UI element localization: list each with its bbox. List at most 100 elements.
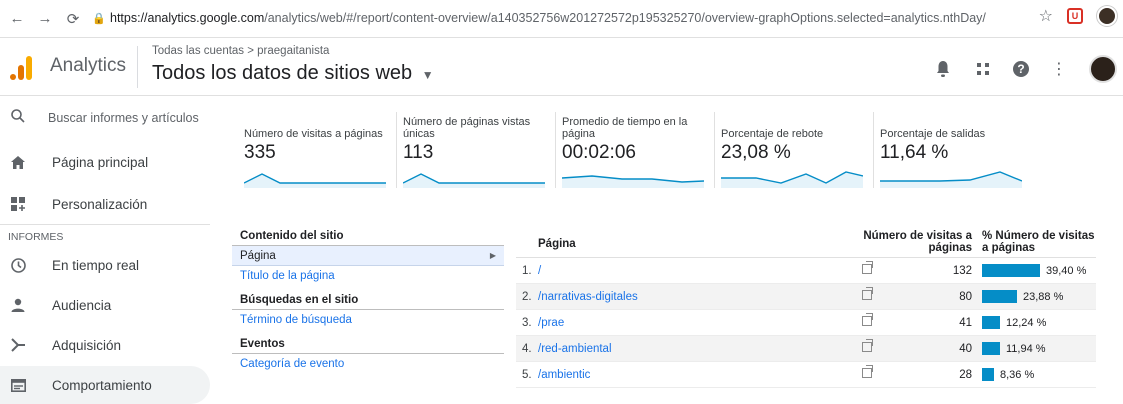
sparkline <box>562 175 704 188</box>
metric-label: Número de páginas vistas únicas <box>403 116 531 140</box>
sidebar-item-customization[interactable]: Personalización <box>0 185 210 223</box>
pageviews-value: 28 <box>959 369 972 381</box>
url-host: https://analytics.google.com <box>110 11 265 25</box>
share-bar <box>982 290 1017 303</box>
pageviews-value: 80 <box>959 291 972 303</box>
sidebar-item-label: Página principal <box>52 154 149 170</box>
address-bar[interactable]: 🔒 https://analytics.google.com /analytic… <box>92 5 1052 31</box>
metric-pageviews[interactable]: Número de visitas a páginas 335 <box>238 112 397 188</box>
acquisition-icon <box>8 338 28 352</box>
open-external-icon[interactable] <box>862 313 873 326</box>
metric-value: 335 <box>244 142 276 163</box>
extension-icon[interactable]: U <box>1067 8 1083 24</box>
sidebar-item-behavior[interactable]: Comportamiento <box>0 366 210 404</box>
sparkline <box>403 173 545 188</box>
share-bar <box>982 316 1000 329</box>
reload-icon[interactable]: ⟳ <box>62 8 84 30</box>
clock-icon <box>8 257 28 273</box>
metric-value: 00:02:06 <box>562 142 636 163</box>
metric-label: Promedio de tiempo en la página <box>562 116 688 140</box>
sidebar-search[interactable]: Buscar informes y artículos <box>0 96 210 140</box>
sidebar-item-label: Personalización <box>52 196 148 212</box>
report-content: Número de visitas a páginas 335 Número d… <box>210 96 1123 392</box>
pageviews-value: 132 <box>952 265 972 277</box>
metric-unique-pageviews[interactable]: Número de páginas vistas únicas 113 <box>397 112 556 188</box>
reports-section-label: INFORMES <box>8 231 64 243</box>
analytics-logo-icon[interactable] <box>10 56 34 80</box>
table-row: 4. /red-ambiental 40 11,94 % <box>516 336 1096 362</box>
sidebar-item-realtime[interactable]: En tiempo real <box>0 246 210 284</box>
sidebar: Buscar informes y artículos Página princ… <box>0 96 210 404</box>
page-path-link[interactable]: /ambientic <box>538 369 590 381</box>
page-path-link[interactable]: /prae <box>538 317 564 329</box>
metric-label: Porcentaje de salidas <box>880 128 986 140</box>
share-percent: 12,24 % <box>1006 317 1047 329</box>
sidebar-item-label: Audiencia <box>52 297 112 313</box>
sidebar-item-label: En tiempo real <box>52 257 140 273</box>
metric-value: 11,64 % <box>880 142 949 163</box>
person-icon <box>8 298 28 312</box>
pageviews-value: 40 <box>959 343 972 355</box>
content-navigation: Contenido del sitio Página ▶ Título de l… <box>232 230 504 374</box>
back-icon[interactable]: ← <box>6 8 28 30</box>
nav-item-event-category[interactable]: Categoría de evento <box>232 354 504 374</box>
sidebar-item-home[interactable]: Página principal <box>0 143 210 181</box>
sidebar-item-acquisition[interactable]: Adquisición <box>0 326 210 364</box>
notifications-bell-icon[interactable] <box>933 59 953 79</box>
behavior-icon <box>8 378 28 392</box>
bookmark-star-icon[interactable]: ☆ <box>1039 6 1053 26</box>
account-breadcrumb[interactable]: Todas las cuentas > praegaitanista <box>152 45 329 57</box>
events-heading: Eventos <box>232 338 504 354</box>
browser-profile-avatar[interactable] <box>1097 6 1117 26</box>
open-external-icon[interactable] <box>862 261 873 274</box>
metric-exit-rate[interactable]: Porcentaje de salidas 11,64 % <box>874 112 1033 188</box>
row-rank: 2. <box>522 291 532 303</box>
open-external-icon[interactable] <box>862 287 873 300</box>
forward-icon[interactable]: → <box>34 8 56 30</box>
sidebar-item-label: Comportamiento <box>52 377 152 393</box>
row-rank: 1. <box>522 265 532 277</box>
share-percent: 8,36 % <box>1000 369 1035 381</box>
chevron-right-icon: ▶ <box>489 251 496 260</box>
apps-grid-icon[interactable] <box>973 59 993 79</box>
sidebar-item-audience[interactable]: Audiencia <box>0 286 210 324</box>
metric-avg-time-on-page[interactable]: Promedio de tiempo en la página 00:02:06 <box>556 112 715 188</box>
column-header-pageviews-pct[interactable]: % Número de visitas a páginas <box>982 230 1096 254</box>
app-name[interactable]: Analytics <box>50 55 126 77</box>
page-path-link[interactable]: /narrativas-digitales <box>538 291 638 303</box>
open-external-icon[interactable] <box>862 365 873 378</box>
property-name: Todos los datos de sitios web <box>152 62 413 84</box>
sidebar-divider <box>0 224 210 225</box>
share-bar <box>982 264 1040 277</box>
user-avatar[interactable] <box>1089 55 1117 83</box>
nav-item-label: Página <box>240 250 276 262</box>
column-header-page[interactable]: Página <box>538 238 576 250</box>
more-options-icon[interactable]: ⋮ <box>1049 59 1069 79</box>
table-header: Página Número de visitas a páginas % Núm… <box>516 228 1096 258</box>
column-header-pageviews[interactable]: Número de visitas a páginas <box>856 230 972 254</box>
page-path-link[interactable]: / <box>538 265 541 277</box>
row-rank: 3. <box>522 317 532 329</box>
help-icon[interactable]: ? <box>1013 61 1029 77</box>
nav-item-page[interactable]: Página ▶ <box>232 246 504 266</box>
table-row: 2. /narrativas-digitales 80 23,88 % <box>516 284 1096 310</box>
browser-toolbar: ← → ⟳ 🔒 https://analytics.google.com /an… <box>0 0 1123 38</box>
site-search-heading: Búsquedas en el sitio <box>232 294 504 310</box>
share-percent: 23,88 % <box>1023 291 1064 303</box>
nav-item-page-title[interactable]: Título de la página <box>232 266 504 286</box>
table-row: 3. /prae 41 12,24 % <box>516 310 1096 336</box>
metric-sparklines: Número de visitas a páginas 335 Número d… <box>238 112 1033 188</box>
share-percent: 11,94 % <box>1006 343 1046 355</box>
lock-icon: 🔒 <box>92 13 106 25</box>
pageviews-value: 41 <box>959 317 972 329</box>
metric-bounce-rate[interactable]: Porcentaje de rebote 23,08 % <box>715 112 874 188</box>
share-bar <box>982 368 994 381</box>
property-selector[interactable]: Todos los datos de sitios web ▼ <box>152 62 434 85</box>
analytics-header: Analytics Todas las cuentas > praegaitan… <box>0 38 1123 96</box>
nav-item-search-term[interactable]: Término de búsqueda <box>232 310 504 330</box>
metric-value: 23,08 % <box>721 142 791 163</box>
page-path-link[interactable]: /red-ambiental <box>538 343 612 355</box>
open-external-icon[interactable] <box>862 339 873 352</box>
customization-icon <box>8 197 28 211</box>
sparkline <box>880 171 1022 188</box>
